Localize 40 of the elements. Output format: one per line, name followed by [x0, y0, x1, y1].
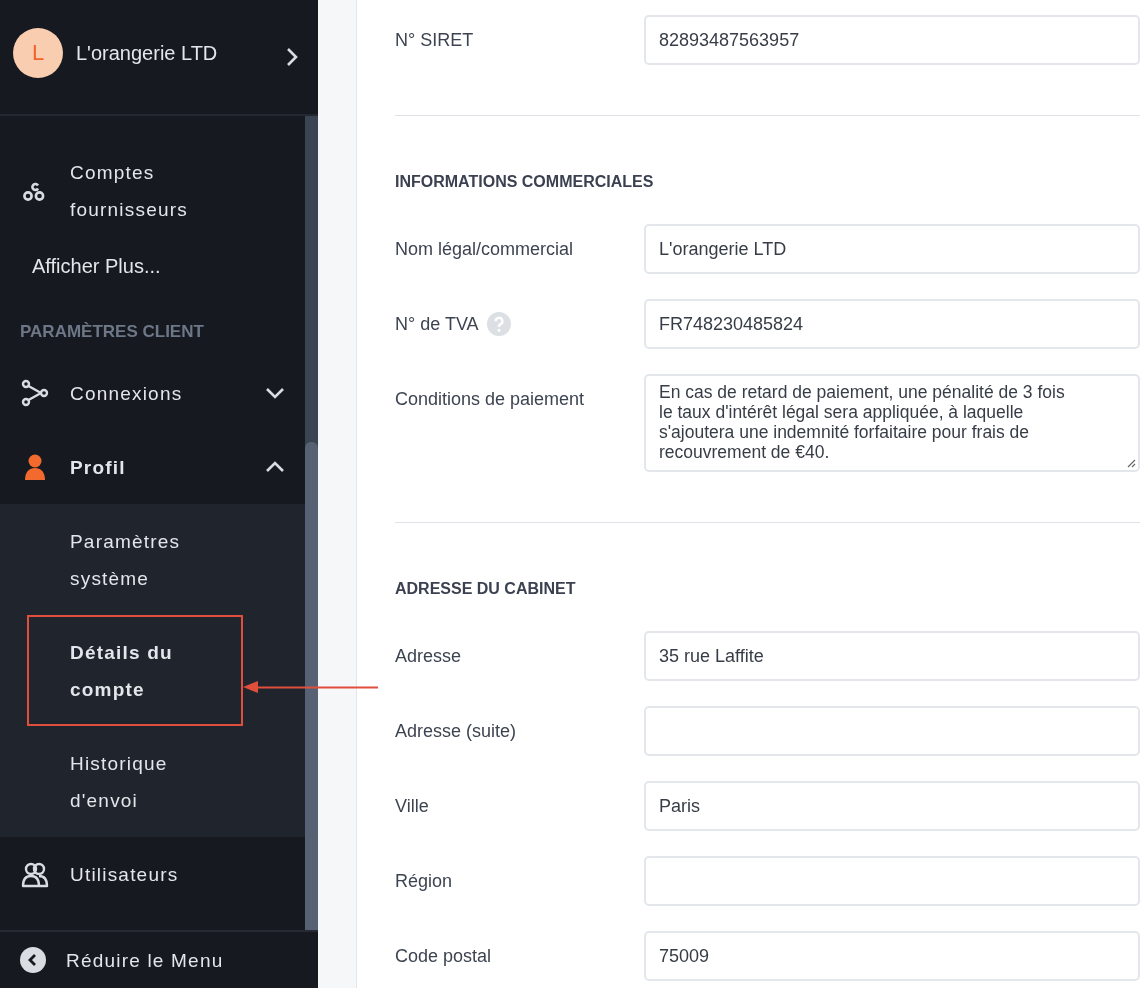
resize-grip-icon[interactable] — [1126, 458, 1136, 468]
account-avatar: L — [13, 28, 63, 78]
nav-group[interactable]: Connexions — [0, 356, 285, 430]
field-label: N° de TVA — [395, 313, 479, 336]
text-field[interactable]: Paris — [644, 781, 1140, 831]
text-field[interactable]: FR748230485824 — [644, 299, 1140, 349]
chevron-left-circle-icon — [20, 947, 46, 973]
field-label: Ville — [395, 795, 429, 818]
section-heading: PARAMÈTRES CLIENT — [19, 321, 205, 343]
scrollbar-track[interactable] — [305, 116, 318, 930]
nav-item[interactable]: Utilisateurs — [0, 837, 285, 912]
field-label: N° SIRET — [395, 29, 474, 52]
collapse-menu-button[interactable]: Réduire le Menu — [0, 930, 318, 988]
account-name: L'orangerie LTD — [76, 41, 219, 65]
text-field[interactable] — [644, 706, 1140, 756]
field-label: Conditions de paiement — [395, 388, 585, 411]
text-field[interactable]: 35 rue Laffite — [644, 631, 1140, 681]
text-field[interactable]: 75009 — [644, 931, 1140, 981]
section-title: ADRESSE DU CABINET — [395, 579, 577, 599]
field-label: Code postal — [395, 945, 492, 968]
text-field[interactable]: 82893487563957 — [644, 15, 1140, 65]
show-more-link[interactable]: Afficher Plus... — [0, 238, 285, 295]
submenu-item[interactable]: Historique d'envoi — [27, 726, 243, 837]
chevron-right-icon — [286, 47, 298, 67]
submenu-item[interactable]: Paramètres système — [27, 504, 243, 615]
section-title: INFORMATIONS COMMERCIALES — [395, 172, 655, 192]
account-header[interactable]: L L'orangerie LTD — [0, 0, 318, 116]
text-field[interactable] — [644, 856, 1140, 906]
help-icon[interactable] — [486, 312, 511, 336]
scrollbar-thumb[interactable] — [305, 442, 318, 930]
textarea-field[interactable]: En cas de retard de paiement, une pénalité de 3 fois le taux d'intérêt légal sera appliquée, à laquelle s'ajoutera une indemnité forfaitaire pour frais de recouvrement de €40. — [644, 374, 1140, 472]
nav-group[interactable]: Profil — [0, 430, 285, 504]
field-label: Nom légal/commercial — [395, 238, 574, 261]
field-label: Adresse (suite) — [395, 720, 517, 743]
field-label: Adresse — [395, 645, 462, 668]
share-icon — [20, 378, 50, 408]
field-label: Région — [395, 870, 453, 893]
text-field[interactable]: L'orangerie LTD — [644, 224, 1140, 274]
submenu-item[interactable]: Détails du compte — [27, 615, 243, 726]
nav-item[interactable]: Comptes fournisseurs — [0, 146, 285, 236]
